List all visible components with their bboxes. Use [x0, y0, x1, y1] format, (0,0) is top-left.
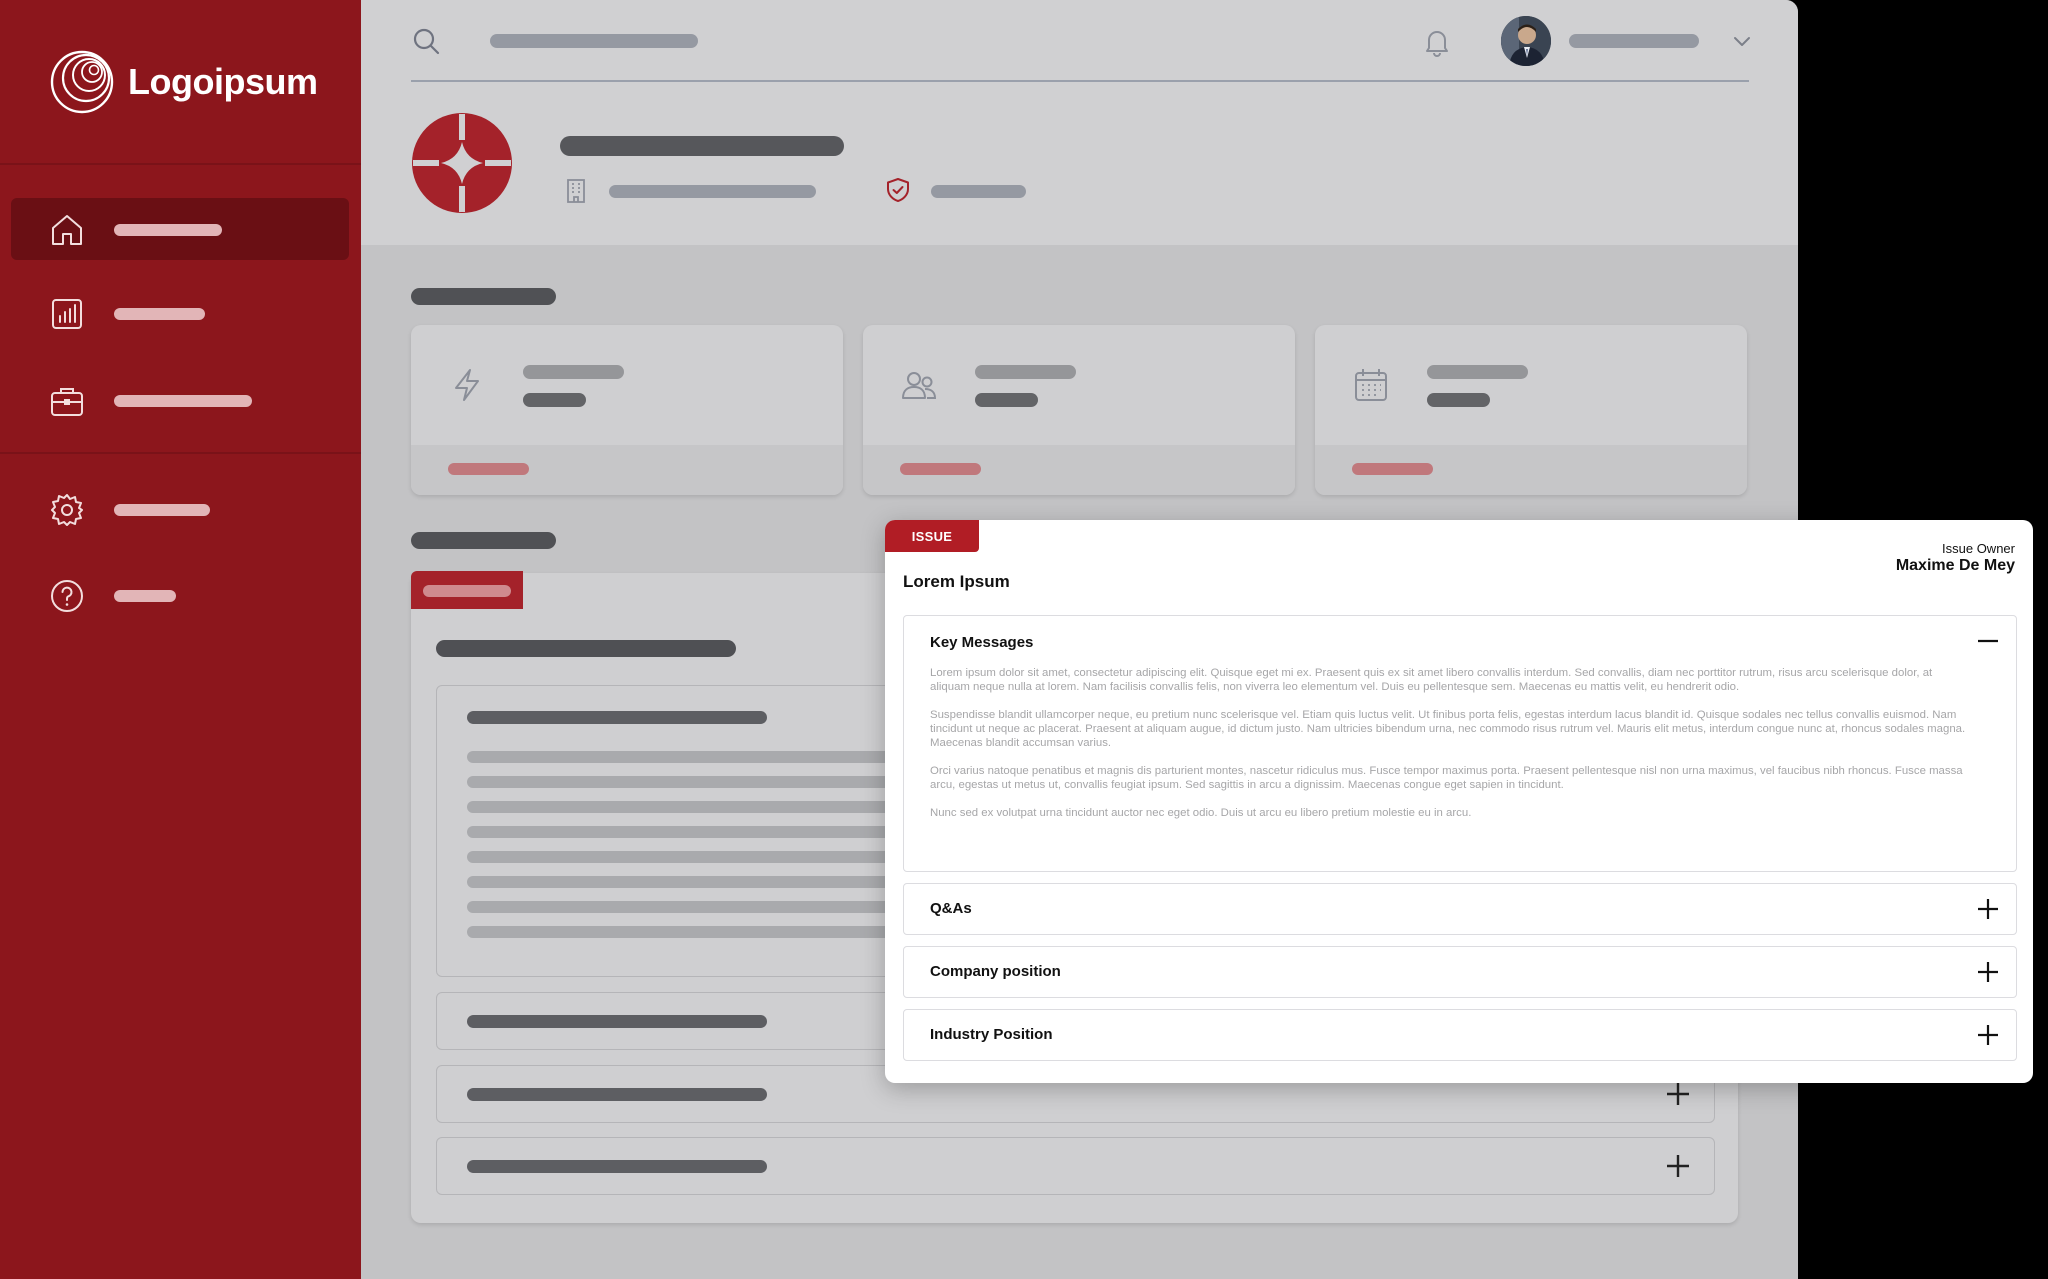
accordion-title [467, 1015, 767, 1028]
sidebar-item-analytics[interactable] [11, 282, 349, 344]
paragraph: Suspendisse blandit ullamcorper neque, e… [930, 709, 1966, 749]
sidebar-item-label [114, 308, 205, 320]
accordion-title [467, 1088, 767, 1101]
issue-badge: ISSUE [885, 520, 979, 552]
accordion-title [467, 1160, 767, 1173]
section-qas[interactable]: Q&As [903, 883, 2017, 935]
stat-card[interactable] [1315, 325, 1747, 495]
chevron-down-icon[interactable] [1731, 30, 1753, 52]
plus-icon[interactable] [1664, 1080, 1692, 1108]
header-divider [411, 80, 1749, 82]
sidebar-item-label [114, 504, 210, 516]
search-icon[interactable] [411, 26, 441, 56]
shield-check-icon [887, 178, 909, 202]
stat-value [523, 393, 586, 407]
sidebar-divider [0, 452, 361, 454]
building-icon [567, 179, 585, 203]
plus-icon[interactable] [1664, 1152, 1692, 1180]
home-icon [52, 215, 82, 245]
stat-card[interactable] [411, 325, 843, 495]
stat-label [975, 365, 1076, 379]
bar-chart-icon [52, 299, 82, 329]
issue-modal: ISSUE Issue Owner Maxime De Mey Lorem Ip… [885, 520, 2033, 1083]
plus-icon[interactable] [1976, 1023, 2000, 1047]
briefcase-icon [51, 388, 83, 416]
section-title: Q&As [930, 900, 972, 917]
logo[interactable]: Logoipsum [50, 50, 318, 114]
plus-icon[interactable] [1976, 960, 2000, 984]
logo-mark-icon [50, 50, 114, 114]
section-heading [411, 288, 556, 305]
stat-value [975, 393, 1038, 407]
plus-icon[interactable] [1976, 897, 2000, 921]
stat-card-footer [411, 445, 843, 495]
stat-trend [1352, 463, 1433, 475]
sidebar-divider [0, 163, 361, 165]
section-industry-position[interactable]: Industry Position [903, 1009, 2017, 1061]
calendar-icon [1355, 369, 1387, 401]
stat-card-footer [863, 445, 1295, 495]
logo-text: Logoipsum [128, 61, 318, 102]
section-title [467, 711, 767, 724]
stat-card-footer [1315, 445, 1747, 495]
modal-title: Lorem Ipsum [903, 572, 1010, 591]
user-name [1569, 34, 1699, 48]
avatar-image [1501, 16, 1551, 66]
owner-name: Maxime De Mey [1895, 557, 2015, 574]
section-heading [411, 532, 556, 549]
sidebar-item-label [114, 590, 176, 602]
sidebar-item-home[interactable] [11, 198, 349, 260]
paragraph: Orci varius natoque penatibus et magnis … [930, 765, 1963, 791]
header [361, 0, 1798, 245]
stat-card[interactable] [863, 325, 1295, 495]
section-title: Company position [930, 963, 1061, 980]
verified-status [931, 185, 1026, 198]
bell-icon[interactable] [1421, 26, 1453, 58]
lightning-icon [455, 369, 479, 401]
company-industry [609, 185, 816, 198]
sidebar-item-label [114, 395, 252, 407]
panel-tab-label [423, 585, 511, 597]
stat-label [1427, 365, 1528, 379]
section-key-messages[interactable]: Key Messages Lorem ipsum dolor sit amet,… [903, 615, 2017, 872]
company-logo-icon [412, 113, 512, 213]
sidebar-item-settings[interactable] [11, 478, 349, 540]
section-title: Industry Position [930, 1026, 1053, 1043]
section-company-position[interactable]: Company position [903, 946, 2017, 998]
section-title: Key Messages [930, 634, 1034, 651]
panel-tab[interactable] [411, 571, 523, 609]
owner-label: Issue Owner [1942, 541, 2015, 556]
search-input[interactable] [490, 34, 698, 48]
gear-icon [51, 494, 83, 526]
sidebar-item-help[interactable] [11, 564, 349, 626]
avatar[interactable] [1501, 16, 1551, 66]
stat-label [523, 365, 624, 379]
panel-title [436, 640, 736, 657]
paragraph: Nunc sed ex volutpat urna tincidunt auct… [930, 807, 1472, 819]
minus-icon[interactable] [1976, 629, 2000, 653]
section-body: Lorem ipsum dolor sit amet, consectetur … [930, 666, 1970, 834]
panel-accordion-item[interactable] [436, 1137, 1715, 1195]
company-name [560, 136, 844, 156]
users-icon [902, 372, 937, 399]
stat-trend [448, 463, 529, 475]
paragraph: Lorem ipsum dolor sit amet, consectetur … [930, 667, 1933, 693]
sidebar-item-label [114, 224, 222, 236]
sidebar-item-portfolio[interactable] [11, 369, 349, 431]
stat-value [1427, 393, 1490, 407]
sidebar: Logoipsum [0, 0, 361, 1279]
stat-trend [900, 463, 981, 475]
help-icon [51, 580, 83, 612]
